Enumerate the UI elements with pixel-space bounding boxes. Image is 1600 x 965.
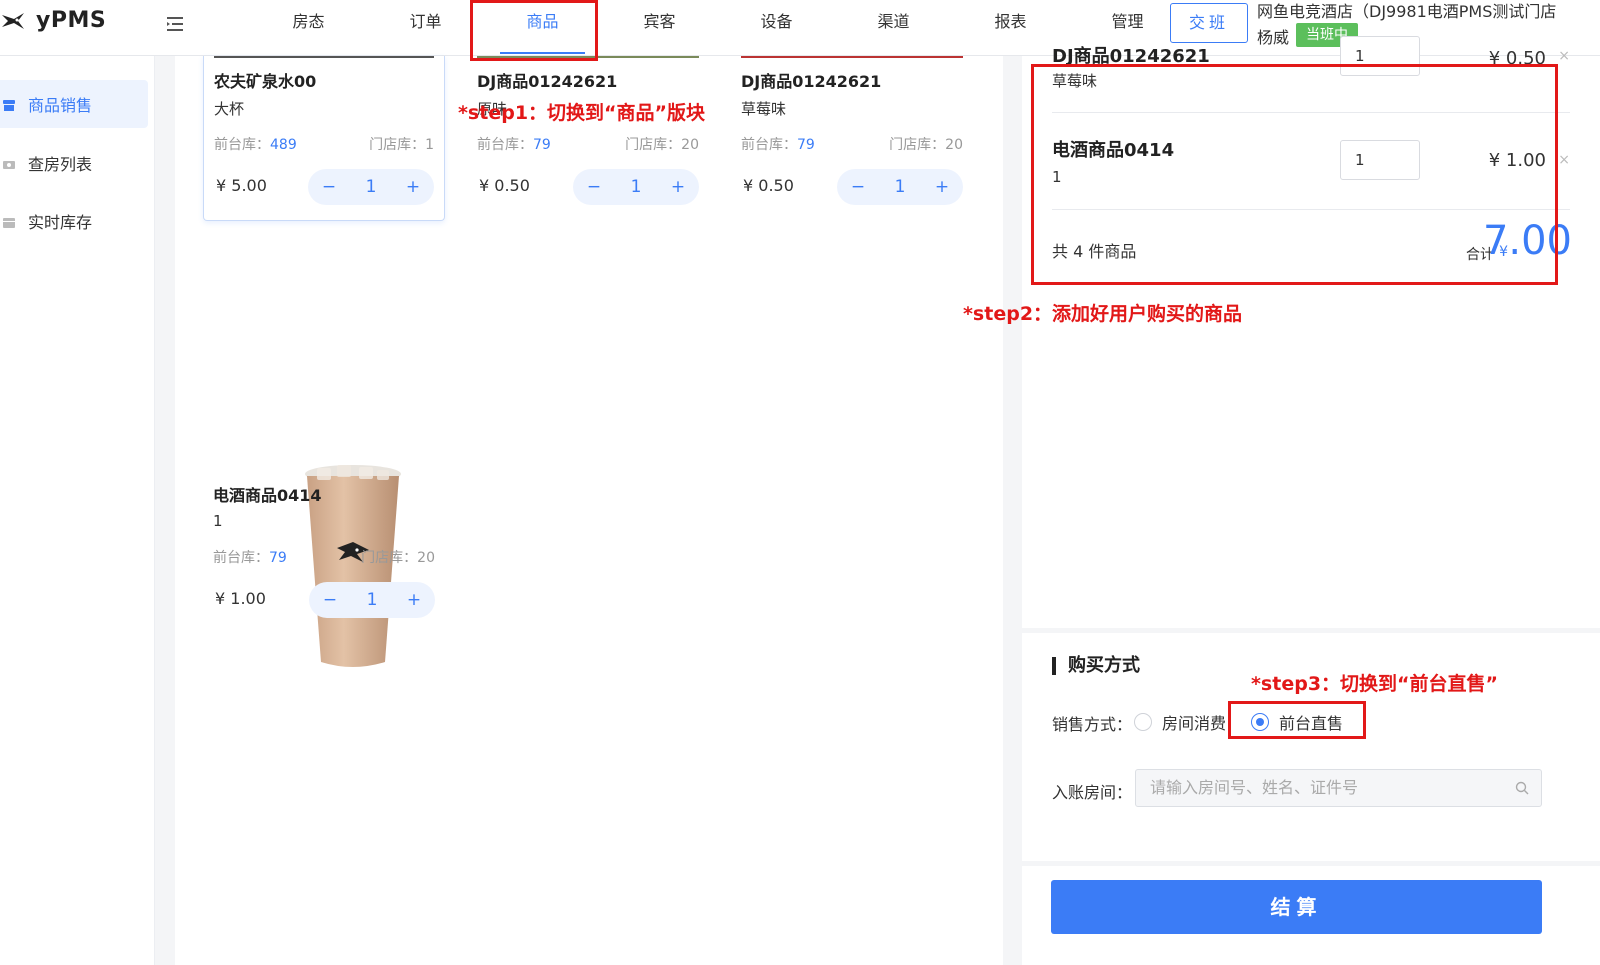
quantity-value[interactable]: 1 <box>621 177 651 197</box>
left-sidebar: 商品销售 查房列表 实时库存 <box>0 56 155 965</box>
product-card[interactable]: DJ商品01242621 草莓味 前台库：79 门店库：20 ¥ 0.50 − … <box>731 56 973 221</box>
product-name: 农夫矿泉水00 <box>214 72 317 91</box>
front-stock-label: 前台库： <box>214 137 270 153</box>
product-price: ¥ 0.50 <box>479 176 530 195</box>
product-image <box>214 56 434 58</box>
product-stock: 前台库：79 门店库：20 <box>213 547 435 567</box>
increase-button[interactable]: + <box>663 177 693 197</box>
sidebar-item-label: 商品销售 <box>28 96 93 115</box>
front-stock-value: 489 <box>270 137 297 153</box>
product-name: DJ商品01242621 <box>741 72 882 91</box>
product-name: DJ商品01242621 <box>477 72 618 91</box>
quantity-stepper: − 1 + <box>308 169 434 205</box>
product-spec: 1 <box>213 512 223 530</box>
nav-room-status[interactable]: 房态 <box>250 0 367 56</box>
radio-label: 房间消费 <box>1162 714 1227 733</box>
section-title: 购买方式 <box>1052 657 1140 675</box>
quantity-stepper: − 1 + <box>573 169 699 205</box>
sidebar-item-label: 查房列表 <box>28 155 93 174</box>
nav-devices[interactable]: 设备 <box>718 0 835 56</box>
annotation-step2: *step2：添加好用户购买的商品 <box>963 303 1243 325</box>
increase-button[interactable]: + <box>399 590 429 610</box>
product-price: ¥ 1.00 <box>215 589 266 608</box>
front-stock-value: 79 <box>269 550 287 566</box>
app-logo[interactable]: yPMS <box>0 8 106 33</box>
store-stock: 门店库：20 <box>625 137 699 153</box>
store-icon <box>2 97 16 111</box>
product-stock: 前台库：79 门店库：20 <box>741 134 963 154</box>
store-stock: 门店库：20 <box>889 137 963 153</box>
product-stock: 前台库：489 门店库：1 <box>214 134 434 154</box>
annotation-step1: *step1：切换到“商品”版块 <box>458 102 706 124</box>
sidebar-item-label: 实时库存 <box>28 213 93 232</box>
product-stock: 前台库：79 门店库：20 <box>477 134 699 154</box>
store-stock: 门店库：20 <box>361 550 435 566</box>
product-price: ¥ 0.50 <box>743 176 794 195</box>
room-search-placeholder: 请输入房间号、姓名、证件号 <box>1150 778 1359 797</box>
quantity-value[interactable]: 1 <box>356 177 386 197</box>
front-stock-value: 79 <box>533 137 551 153</box>
annotation-step3: *step3：切换到“前台直售” <box>1251 673 1499 695</box>
decrease-button[interactable]: − <box>314 177 344 197</box>
hotel-name[interactable]: 网鱼电竞酒店（DJ9981电酒PMS测试门店 <box>1257 0 1600 22</box>
increase-button[interactable]: + <box>927 177 957 197</box>
checkout-area: 结算 <box>1022 866 1600 965</box>
purchase-method-panel: 购买方式 销售方式： 房间消费 前台直售 入账房间： 请输入房间号、姓名、证件号 <box>1022 633 1600 861</box>
front-stock-value: 79 <box>797 137 815 153</box>
quantity-stepper: − 1 + <box>837 169 963 205</box>
decrease-button[interactable]: − <box>843 177 873 197</box>
product-image <box>741 56 963 58</box>
product-spec: 大杯 <box>214 100 245 118</box>
nav-guests[interactable]: 宾客 <box>601 0 718 56</box>
front-stock-label: 前台库： <box>477 137 533 153</box>
radio-room-consumption[interactable]: 房间消费 <box>1134 710 1226 734</box>
product-card[interactable]: 农夫矿泉水00 大杯 前台库：489 门店库：1 ¥ 5.00 − 1 + <box>203 56 445 221</box>
front-stock-label: 前台库： <box>741 137 797 153</box>
annotation-box-step1 <box>470 0 598 61</box>
quantity-stepper: − 1 + <box>309 582 435 618</box>
product-price: ¥ 5.00 <box>216 176 267 195</box>
checkout-button[interactable]: 结算 <box>1051 880 1542 934</box>
product-spec: 草莓味 <box>741 100 787 118</box>
annotation-box-step3 <box>1228 701 1366 739</box>
handover-button[interactable]: 交班 <box>1170 3 1248 43</box>
box-icon <box>2 214 16 228</box>
product-grid: 农夫矿泉水00 大杯 前台库：489 门店库：1 ¥ 5.00 − 1 + DJ… <box>175 56 1003 965</box>
sale-method-label: 销售方式： <box>1052 715 1133 734</box>
fish-logo-icon <box>0 9 26 33</box>
front-stock-label: 前台库： <box>213 550 269 566</box>
quantity-value[interactable]: 1 <box>357 590 387 610</box>
nav-orders[interactable]: 订单 <box>367 0 484 56</box>
search-icon[interactable] <box>1515 781 1529 795</box>
store-stock: 门店库：1 <box>369 137 434 153</box>
sidebar-item-inventory[interactable]: 实时库存 <box>0 197 148 245</box>
decrease-button[interactable]: − <box>315 590 345 610</box>
sidebar-item-room-check[interactable]: 查房列表 <box>0 139 148 187</box>
remove-item-icon[interactable]: × <box>1558 48 1570 64</box>
sidebar-item-product-sales[interactable]: 商品销售 <box>0 80 148 128</box>
quantity-value[interactable]: 1 <box>885 177 915 197</box>
nav-channels[interactable]: 渠道 <box>835 0 952 56</box>
increase-button[interactable]: + <box>398 177 428 197</box>
radio-circle[interactable] <box>1134 713 1152 731</box>
product-card[interactable]: DJ商品01242621 原味 前台库：79 门店库：20 ¥ 0.50 − 1… <box>467 56 709 221</box>
remove-item-icon[interactable]: × <box>1558 152 1570 168</box>
room-search-input[interactable]: 请输入房间号、姓名、证件号 <box>1135 769 1542 807</box>
product-card[interactable]: 电酒商品0414 1 前台库：79 门店库：20 ¥ 1.00 − 1 + <box>203 256 445 667</box>
app-name: yPMS <box>36 8 107 33</box>
product-name: 电酒商品0414 <box>213 486 322 505</box>
camera-icon <box>2 156 16 170</box>
annotation-box-step2 <box>1031 64 1558 285</box>
main-nav: 房态 订单 商品 宾客 设备 渠道 报表 管理 <box>250 0 1186 56</box>
decrease-button[interactable]: − <box>579 177 609 197</box>
menu-collapse-icon[interactable] <box>165 14 185 34</box>
room-label: 入账房间： <box>1052 783 1133 802</box>
